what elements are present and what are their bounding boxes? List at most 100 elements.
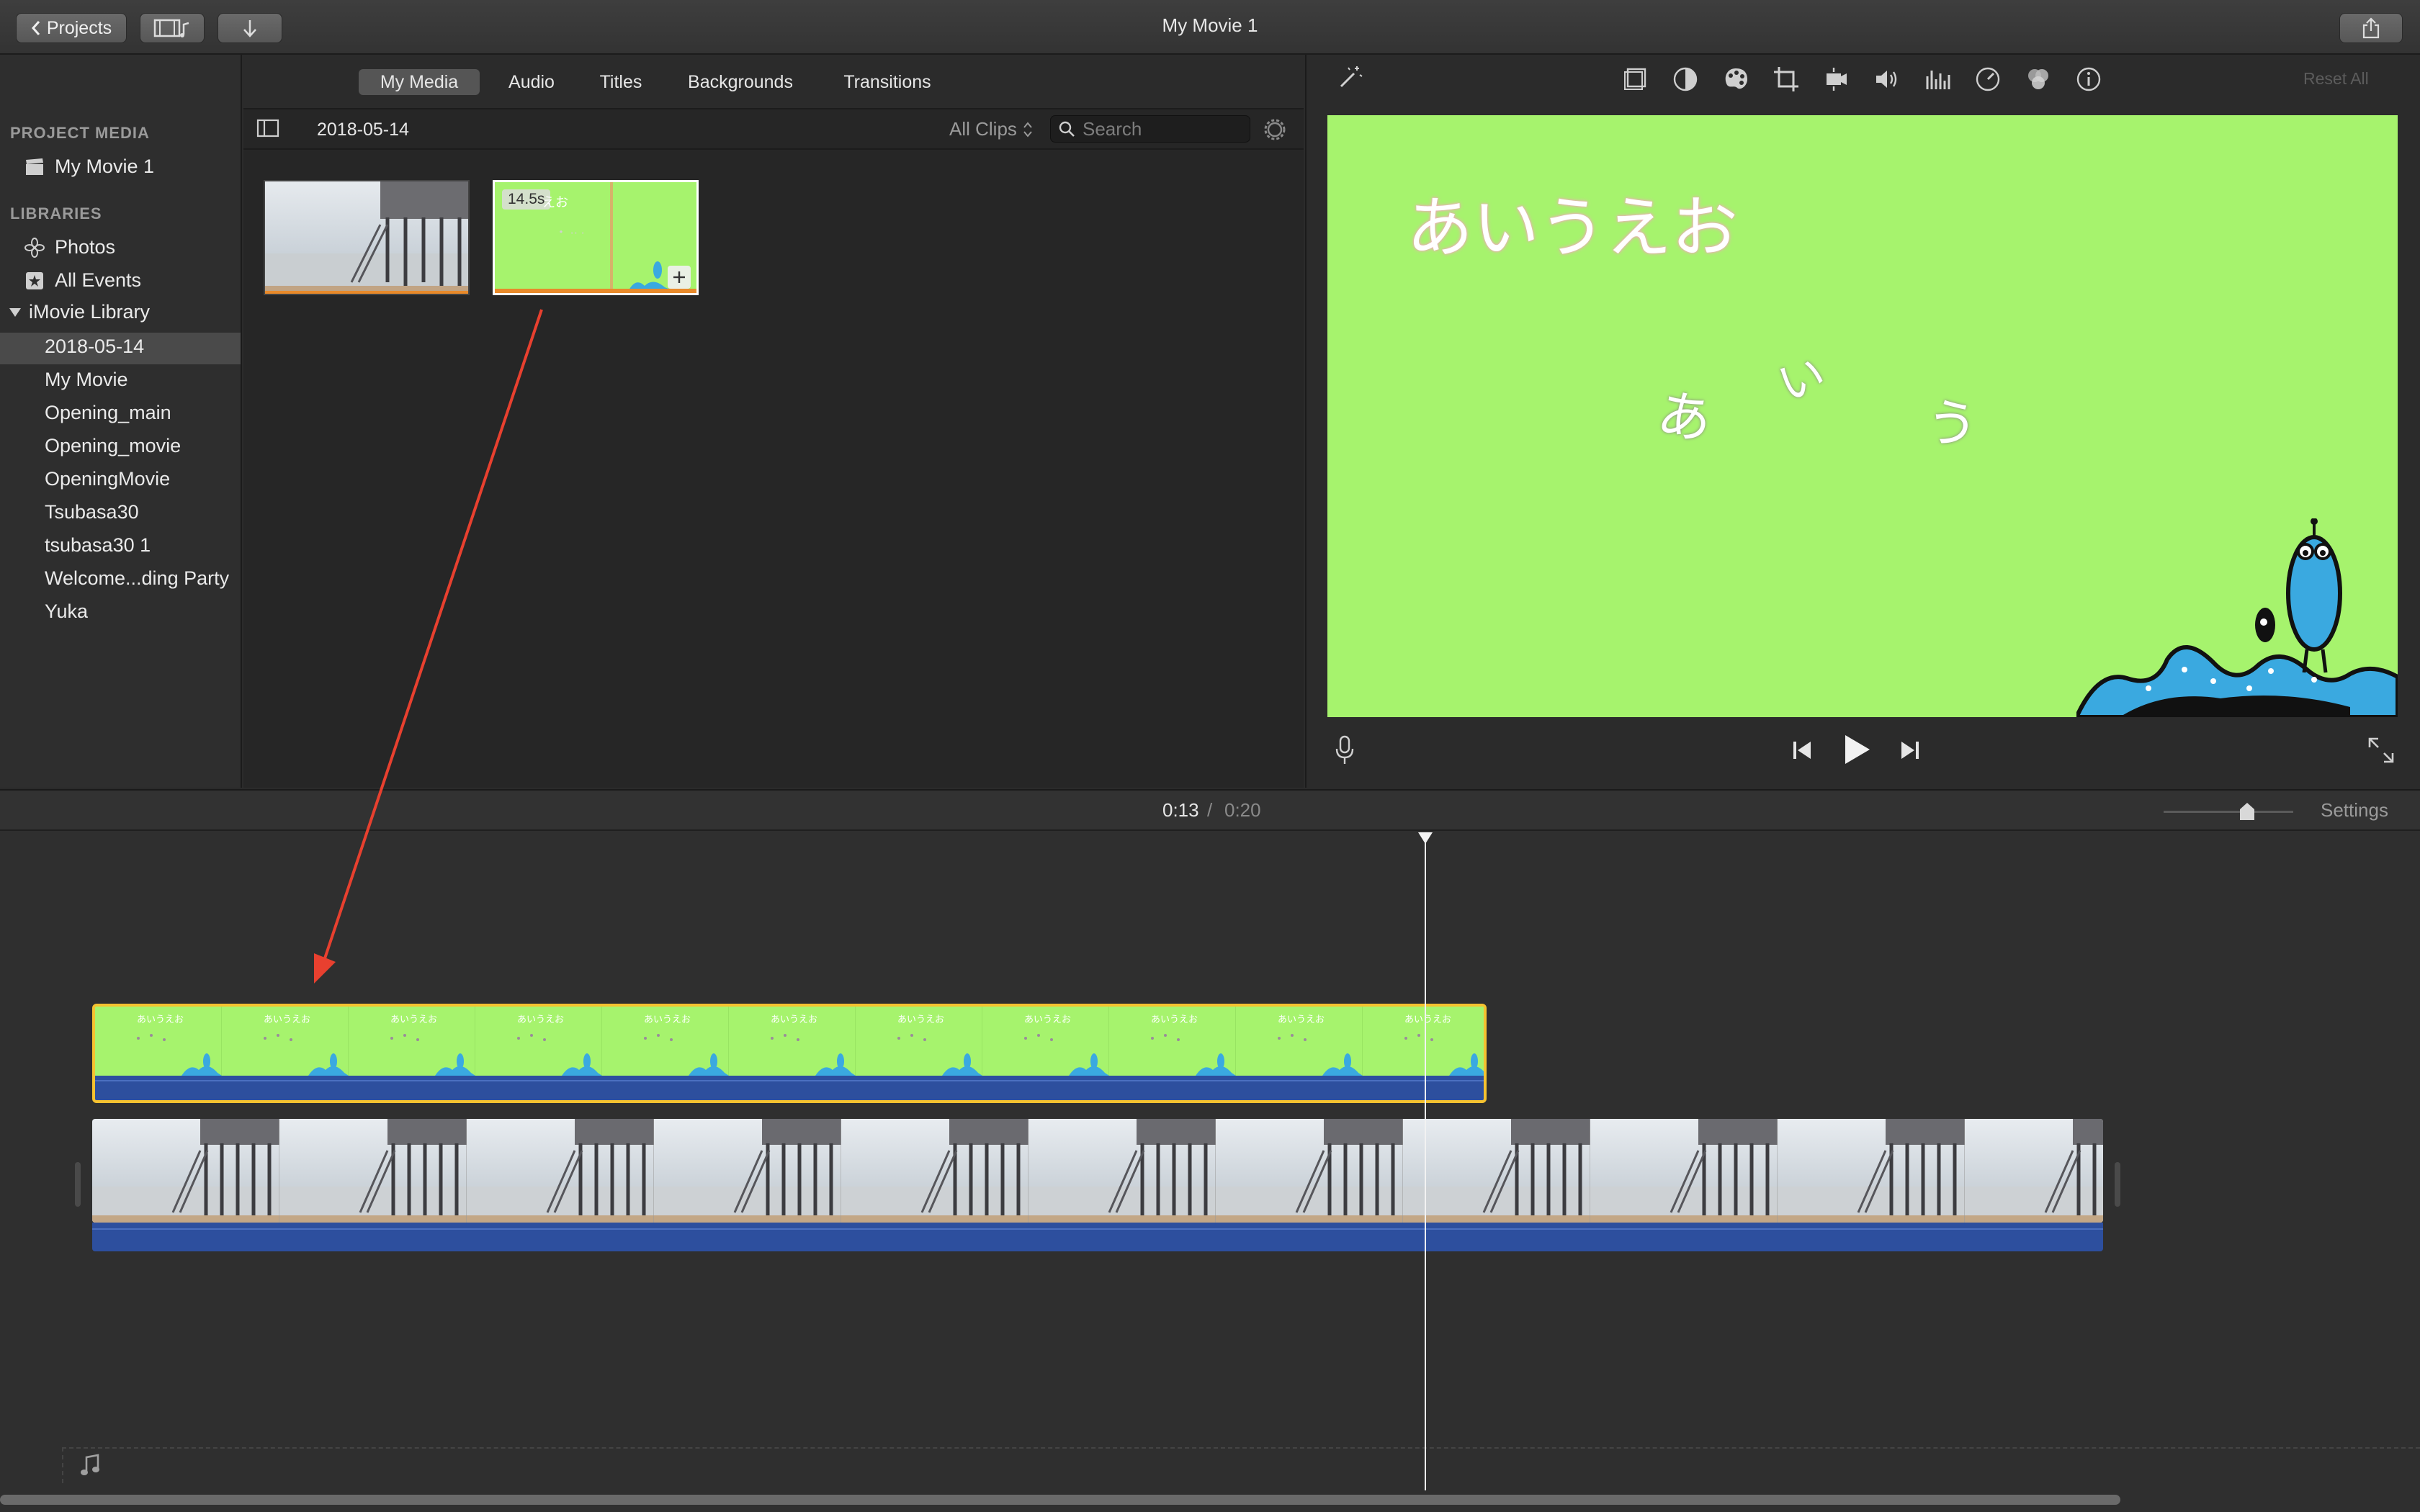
- window-title: My Movie 1: [1162, 14, 1258, 36]
- media-import-button[interactable]: [140, 13, 205, 43]
- voiceover-button[interactable]: [1334, 734, 1355, 766]
- skimmer-line: [610, 182, 613, 293]
- viewer-canvas: あいうえお あ い う: [1327, 115, 2398, 717]
- event-item[interactable]: tsubasa30 1: [45, 534, 151, 557]
- color-balance-button[interactable]: [1671, 65, 1700, 94]
- event-item[interactable]: Opening_movie: [45, 435, 181, 457]
- speed-button[interactable]: [1973, 65, 2002, 94]
- share-button[interactable]: [2339, 13, 2403, 43]
- fullscreen-button[interactable]: [2367, 736, 2396, 765]
- beach-clip[interactable]: [92, 1119, 2103, 1223]
- plus-icon: [672, 270, 686, 284]
- timeline-settings-button[interactable]: Settings: [2321, 799, 2388, 822]
- tab-my-media[interactable]: My Media: [359, 69, 480, 95]
- browser-toolbar: 2018-05-14 All Clips Search: [243, 108, 1304, 150]
- projects-button[interactable]: Projects: [16, 13, 127, 43]
- title-clip-audio-track: [95, 1076, 1484, 1100]
- tab-audio[interactable]: Audio: [491, 69, 572, 95]
- all-events-label: All Events: [55, 269, 142, 291]
- animated-char: あ: [1652, 382, 1716, 453]
- play-button[interactable]: [1842, 733, 1871, 766]
- star-box-icon: [24, 271, 45, 291]
- event-item[interactable]: Opening_main: [45, 402, 171, 424]
- title-text: あいうえお: [1407, 189, 1739, 266]
- event-title: 2018-05-14: [317, 120, 409, 140]
- clip-filter-select[interactable]: All Clips: [949, 118, 1033, 140]
- frame-icon: [1621, 65, 1649, 94]
- speaker-icon: [1873, 65, 1901, 94]
- photos-label: Photos: [55, 236, 116, 258]
- libraries-sidebar: PROJECT MEDIA My Movie 1 LIBRARIES Photo…: [0, 55, 242, 788]
- skip-back-button[interactable]: [1791, 737, 1814, 763]
- clip-overlay-dots: ・ ·· ·: [555, 227, 585, 239]
- crop-frame-button[interactable]: [1621, 65, 1649, 94]
- crop-button[interactable]: [1772, 65, 1801, 94]
- svg-text:あいうえお: あいうえお: [137, 1014, 184, 1025]
- enhance-button[interactable]: [1335, 63, 1364, 92]
- creature-illustration: [2074, 518, 2398, 717]
- time-separator: /: [1207, 799, 1213, 821]
- libraries-heading: LIBRARIES: [10, 204, 102, 222]
- tab-titles[interactable]: Titles: [581, 69, 661, 95]
- zoom-slider-thumb[interactable]: [2238, 802, 2256, 821]
- clip-filter-label: All Clips: [949, 118, 1017, 140]
- timeline-scrollbar[interactable]: [0, 1495, 2120, 1505]
- search-placeholder: Search: [1083, 117, 1142, 140]
- library-disclosure[interactable]: iMovie Library: [9, 301, 150, 323]
- tab-backgrounds[interactable]: Backgrounds: [668, 69, 812, 95]
- filter-button[interactable]: [2024, 65, 2053, 94]
- color-balance-icon: [1671, 65, 1700, 94]
- equalizer-button[interactable]: [1923, 65, 1952, 94]
- skip-forward-button[interactable]: [1899, 737, 1922, 763]
- microphone-icon: [1334, 734, 1355, 766]
- title-clip-filmstrip: あいうえお: [95, 1007, 1484, 1076]
- camera-icon: [1822, 65, 1851, 94]
- event-item[interactable]: 2018-05-14: [45, 336, 144, 358]
- project-item[interactable]: My Movie 1: [24, 156, 154, 178]
- projects-label: Projects: [46, 17, 112, 38]
- clip-left-handle[interactable]: [75, 1162, 81, 1207]
- overlapping-circles-icon: [2024, 65, 2053, 94]
- sidebar-toggle-button[interactable]: [256, 118, 279, 138]
- film-music-icon: [153, 17, 191, 39]
- photos-item[interactable]: Photos: [24, 236, 115, 258]
- expand-arrows-icon: [2367, 736, 2396, 765]
- reset-all-button[interactable]: Reset All: [2303, 69, 2369, 89]
- creature-icon: [629, 256, 672, 292]
- project-media-heading: PROJECT MEDIA: [10, 124, 150, 142]
- playhead-line[interactable]: [1425, 838, 1426, 1490]
- music-note-icon: [79, 1453, 101, 1477]
- color-correction-button[interactable]: [1721, 65, 1750, 94]
- clip-right-handle[interactable]: [2115, 1162, 2120, 1207]
- browser-settings-button[interactable]: [1262, 117, 1288, 143]
- stabilization-button[interactable]: [1822, 65, 1851, 94]
- beach-pier-image: [265, 181, 468, 294]
- add-to-timeline-button[interactable]: [668, 266, 691, 289]
- title-clip-selected[interactable]: あいうえお: [92, 1004, 1487, 1103]
- project-item-label: My Movie 1: [55, 156, 155, 177]
- clip-info-button[interactable]: [2074, 65, 2103, 94]
- total-time: 0:20: [1224, 799, 1261, 821]
- gear-icon: [1262, 117, 1288, 143]
- event-item[interactable]: My Movie: [45, 369, 128, 391]
- beach-clip-thumbnail[interactable]: [264, 180, 470, 295]
- music-well[interactable]: [62, 1447, 2420, 1483]
- audio-level-line: [95, 1080, 1484, 1081]
- clip-overlay-text: えお: [542, 195, 568, 210]
- media-browser: 14.5s えお ・ ·· ·: [243, 150, 1304, 788]
- zoom-slider-track[interactable]: [2164, 811, 2293, 813]
- tab-transitions[interactable]: Transitions: [821, 69, 954, 95]
- event-item[interactable]: Welcome...ding Party: [45, 567, 229, 590]
- volume-button[interactable]: [1873, 65, 1901, 94]
- import-button[interactable]: [218, 13, 282, 43]
- search-field[interactable]: Search: [1050, 115, 1250, 143]
- library-name: iMovie Library: [29, 301, 151, 323]
- playhead-handle[interactable]: [1418, 832, 1433, 845]
- event-item[interactable]: Yuka: [45, 600, 88, 623]
- sidebar-toggle-icon: [256, 118, 279, 138]
- event-item[interactable]: OpeningMovie: [45, 468, 170, 490]
- magic-wand-icon: [1335, 63, 1364, 92]
- all-events-item[interactable]: All Events: [24, 269, 141, 292]
- event-item[interactable]: Tsubasa30: [45, 501, 139, 523]
- title-clip-thumbnail[interactable]: 14.5s えお ・ ·· ·: [493, 180, 699, 295]
